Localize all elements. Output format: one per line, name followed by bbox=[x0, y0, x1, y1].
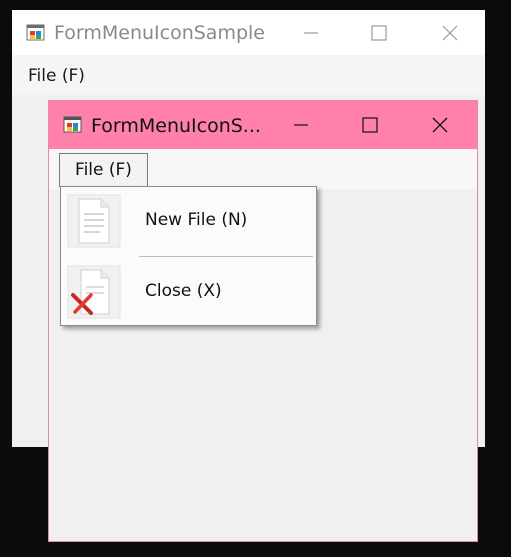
menu-separator bbox=[139, 256, 313, 257]
close-icon bbox=[432, 117, 448, 133]
foreground-window-title-bar[interactable]: FormMenuIconS... bbox=[49, 101, 477, 149]
close-icon bbox=[442, 25, 458, 41]
menu-item-label: Close (X) bbox=[145, 281, 222, 301]
form-app-icon bbox=[63, 115, 83, 135]
close-file-icon bbox=[67, 265, 121, 319]
background-maximize-button[interactable] bbox=[359, 19, 399, 47]
background-menu-file[interactable]: File (F) bbox=[28, 66, 85, 86]
file-dropdown-menu: New File (N) Close (X) bbox=[60, 186, 317, 326]
menu-item-label: New File (N) bbox=[145, 210, 248, 230]
background-window-title: FormMenuIconSample bbox=[54, 22, 265, 44]
background-menu-bar: File (F) bbox=[12, 55, 485, 95]
minimize-icon bbox=[304, 32, 318, 34]
menu-item-close[interactable]: Close (X) bbox=[61, 259, 316, 325]
foreground-maximize-button[interactable] bbox=[350, 111, 390, 139]
background-window-title-bar[interactable]: FormMenuIconSample bbox=[12, 10, 485, 55]
foreground-close-button[interactable] bbox=[420, 111, 460, 139]
background-minimize-button[interactable] bbox=[291, 19, 331, 47]
maximize-icon bbox=[362, 117, 378, 133]
new-file-icon bbox=[67, 194, 121, 248]
maximize-icon bbox=[371, 25, 387, 41]
foreground-menu-file[interactable]: File (F) bbox=[59, 153, 148, 187]
background-close-button[interactable] bbox=[430, 19, 470, 47]
foreground-window-title: FormMenuIconS... bbox=[91, 115, 261, 137]
menu-item-new-file[interactable]: New File (N) bbox=[61, 188, 316, 254]
foreground-menu-bar: File (F) bbox=[49, 149, 477, 189]
minimize-icon bbox=[294, 124, 308, 126]
form-app-icon bbox=[26, 23, 46, 43]
foreground-minimize-button[interactable] bbox=[281, 111, 321, 139]
